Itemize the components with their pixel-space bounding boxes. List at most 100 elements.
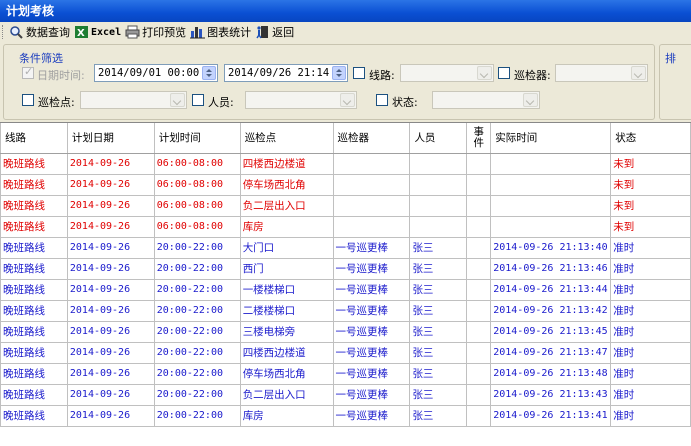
route-select[interactable] [400,64,494,82]
search-icon [10,26,23,39]
column-header[interactable]: 巡检器 [333,123,411,154]
person-select[interactable] [245,91,357,109]
cell-person: 张三 [409,321,468,343]
cell-event [466,153,492,175]
cell-point: 三楼电梯旁 [240,321,334,343]
column-header[interactable]: 计划时间 [154,123,241,154]
chart-stats-button[interactable]: 图表统计 [189,23,254,41]
column-header[interactable]: 事 件 [466,123,492,154]
cell-checker: 一号巡更棒 [333,342,411,364]
date-checkbox[interactable] [22,65,34,79]
results-grid: 线路 计划日期 计划时间 巡检点 巡检器 人员事 件实际时间 状态 晚班路线 2014-09-… [0,122,691,446]
cell-route: 晚班路线 [0,342,68,364]
column-header[interactable]: 巡检点 [240,123,334,154]
cell-date: 2014-09-26 [67,363,155,385]
cell-time: 06:00-08:00 [154,153,241,175]
cell-route: 晚班路线 [0,174,68,196]
query-button[interactable]: 数据查询 [8,23,73,41]
table-row[interactable]: 晚班路线 2014-09-26 06:00-08:00 库房 未到 [0,216,691,238]
table-row[interactable]: 晚班路线 2014-09-26 20:00-22:00 大门口 一号巡更棒 张三 2014-… [0,237,691,259]
chevron-down-icon[interactable] [477,66,492,80]
column-header[interactable]: 人员 [409,123,468,154]
point-select[interactable] [80,91,187,109]
exit-door-icon [256,26,269,39]
window-title: 计划考核 [0,0,691,22]
cell-point: 停车场西北角 [240,363,334,385]
toolbar-grip[interactable] [2,25,5,39]
cell-time: 20:00-22:00 [154,237,241,259]
cell-point: 库房 [240,216,334,238]
date-from-spinner[interactable] [202,66,216,80]
cell-event [466,363,492,385]
checker-label: 巡检器: [514,69,551,82]
cell-date: 2014-09-26 [67,405,155,427]
cell-event [466,321,492,343]
excel-button[interactable]: X Excel [73,23,124,41]
cell-status: 准时 [610,237,691,259]
back-button[interactable]: 返回 [254,23,297,41]
cell-actual: 2014-09-26 21:13:47 [490,342,612,364]
status-select[interactable] [432,91,540,109]
person-checkbox[interactable] [192,94,204,106]
column-header[interactable]: 计划日期 [67,123,155,154]
date-to-input[interactable]: 2014/09/26 21:14 [224,64,348,82]
date-to-spinner[interactable] [332,66,346,80]
status-checkbox[interactable] [376,94,388,106]
checker-checkbox[interactable] [498,67,510,79]
cell-route: 晚班路线 [0,195,68,217]
cell-status: 未到 [610,195,691,217]
table-row[interactable]: 晚班路线 2014-09-26 20:00-22:00 一楼楼梯口 一号巡更棒 张三 201… [0,279,691,301]
point-checkbox[interactable] [22,94,34,106]
table-row[interactable]: 晚班路线 2014-09-26 20:00-22:00 西门 一号巡更棒 张三 2014-0… [0,258,691,280]
chevron-down-icon[interactable] [631,66,646,80]
table-row[interactable]: 晚班路线 2014-09-26 06:00-08:00 四楼西边楼道 未到 [0,153,691,175]
cell-person: 张三 [409,279,468,301]
chevron-down-icon[interactable] [340,93,355,107]
cell-actual [490,174,612,196]
cell-checker: 一号巡更棒 [333,321,411,343]
cell-actual: 2014-09-26 21:13:44 [490,279,612,301]
table-row[interactable]: 晚班路线 2014-09-26 20:00-22:00 四楼西边楼道 一号巡更棒 张三 20… [0,342,691,364]
chevron-down-icon[interactable] [170,93,185,107]
cell-event [466,279,492,301]
column-header[interactable]: 实际时间 [490,123,612,154]
cell-actual [490,153,612,175]
cell-date: 2014-09-26 [67,384,155,406]
table-row[interactable]: 晚班路线 2014-09-26 20:00-22:00 三楼电梯旁 一号巡更棒 张三 201… [0,321,691,343]
cell-point: 四楼西边楼道 [240,342,334,364]
cell-status: 准时 [610,405,691,427]
cell-person: 张三 [409,258,468,280]
cell-route: 晚班路线 [0,300,68,322]
cell-status: 准时 [610,342,691,364]
cell-date: 2014-09-26 [67,279,155,301]
back-label: 返回 [272,26,295,39]
cell-point: 停车场西北角 [240,174,334,196]
table-row[interactable]: 晚班路线 2014-09-26 06:00-08:00 负二层出入口 未到 [0,195,691,217]
table-row[interactable]: 晚班路线 2014-09-26 20:00-22:00 二楼楼梯口 一号巡更棒 张三 201… [0,300,691,322]
cell-date: 2014-09-26 [67,153,155,175]
table-row[interactable]: 晚班路线 2014-09-26 20:00-22:00 负二层出入口 一号巡更棒 张三 20… [0,384,691,406]
column-header[interactable]: 状态 [610,123,691,154]
cell-time: 06:00-08:00 [154,216,241,238]
route-checkbox[interactable] [353,67,365,79]
cell-route: 晚班路线 [0,237,68,259]
chart-stats-label: 图表统计 [207,26,252,39]
cell-time: 20:00-22:00 [154,321,241,343]
print-preview-button[interactable]: 打印预览 [124,23,189,41]
checker-select[interactable] [555,64,648,82]
date-from-input[interactable]: 2014/09/01 00:00 [94,64,218,82]
svg-text:X: X [77,28,85,39]
table-row[interactable]: 晚班路线 2014-09-26 20:00-22:00 库房 一号巡更棒 张三 2014-0… [0,405,691,427]
results-table: 线路 计划日期 计划时间 巡检点 巡检器 人员事 件实际时间 状态 晚班路线 2014-09-… [0,123,691,427]
table-row[interactable]: 晚班路线 2014-09-26 20:00-22:00 停车场西北角 一号巡更棒 张三 20… [0,363,691,385]
chevron-down-icon[interactable] [523,93,538,107]
cell-person: 张三 [409,405,468,427]
cell-actual: 2014-09-26 21:13:43 [490,384,612,406]
cell-actual: 2014-09-26 21:13:46 [490,258,612,280]
column-header[interactable]: 线路 [0,123,68,154]
cell-event [466,237,492,259]
table-row[interactable]: 晚班路线 2014-09-26 06:00-08:00 停车场西北角 未到 [0,174,691,196]
cell-route: 晚班路线 [0,153,68,175]
cell-event [466,342,492,364]
cell-point: 负二层出入口 [240,195,334,217]
